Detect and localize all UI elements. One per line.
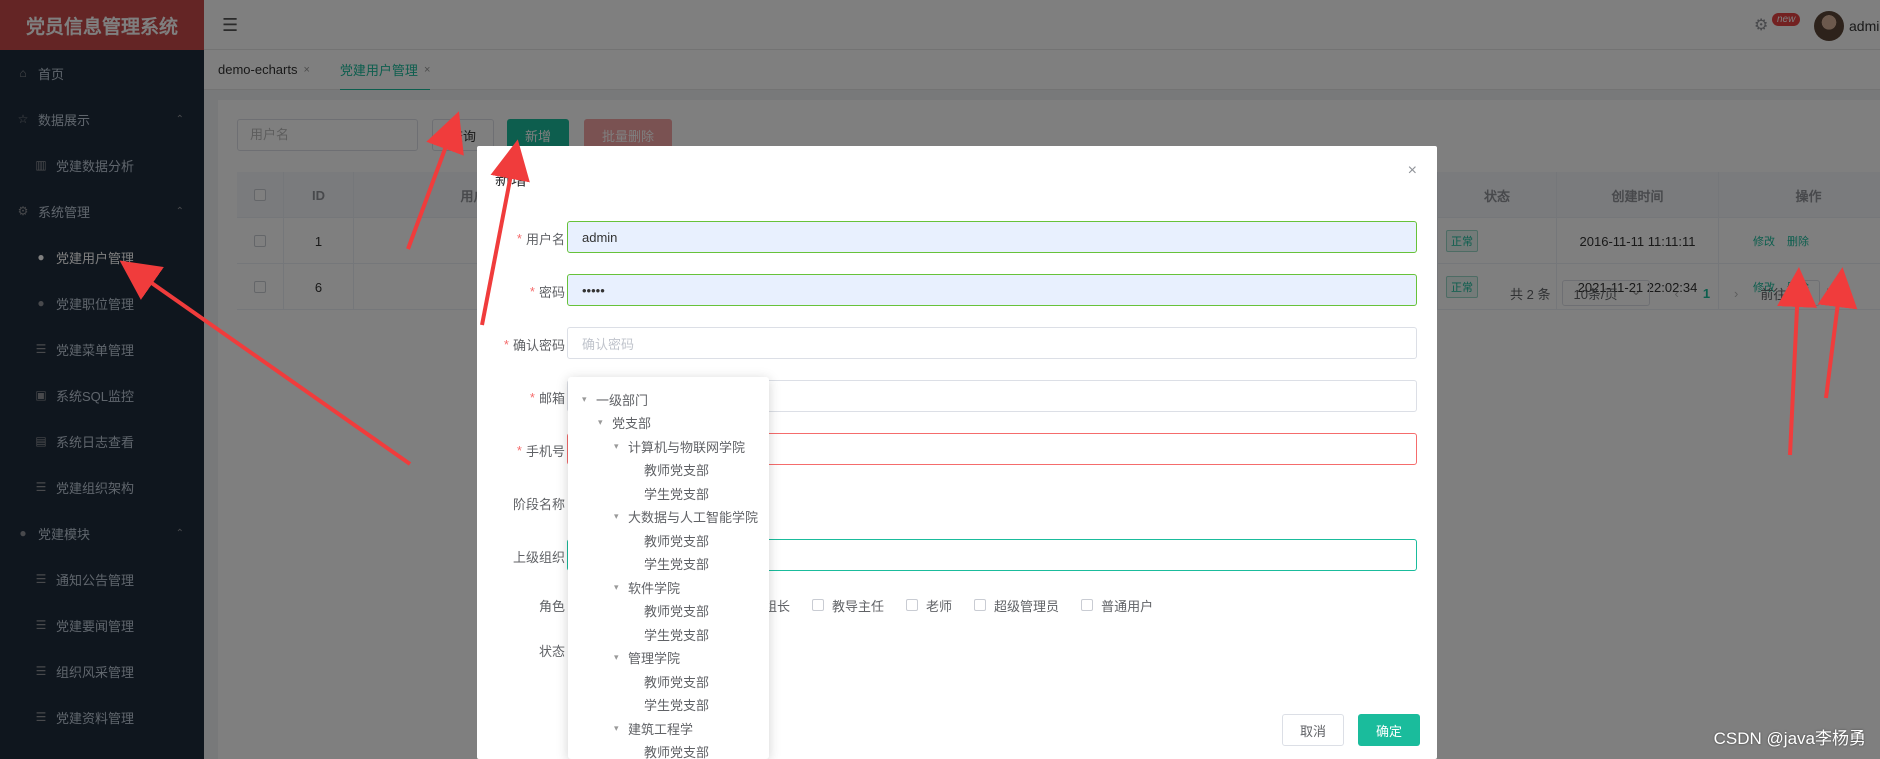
tree-node[interactable]: 教师党支部 [630, 460, 709, 480]
tree-node-label: 教师党支部 [644, 533, 710, 549]
tree-node[interactable]: 教师党支部 [630, 530, 709, 550]
close-icon[interactable]: × [1408, 162, 1417, 180]
caret-down-icon: ▾ [614, 511, 619, 521]
role-checkbox [974, 599, 987, 611]
tree-node-label: 教师党支部 [644, 745, 710, 759]
caret-down-icon: ▾ [614, 652, 619, 662]
stage-label: 阶段名称 [512, 496, 565, 512]
status-label: 状态 [538, 643, 565, 659]
tree-node-label: 建筑工程学 [628, 721, 694, 737]
tree-node-label: 计算机与物联网学院 [628, 439, 746, 455]
form-row-confirm-password: * 确认密码 确认密码 [477, 327, 1437, 361]
role-checkbox [1081, 599, 1094, 611]
tree-node-label: 学生党支部 [644, 698, 710, 713]
role-checkbox-group: 级组长 教导主任 老师 超级管理员 普通用户 [751, 588, 1175, 622]
password-input[interactable]: ••••• [567, 274, 1417, 306]
tree-node-label: 软件学院 [628, 580, 681, 596]
tree-node[interactable]: ▾ 党支部 [598, 413, 651, 433]
role-option[interactable]: 超级管理员 [974, 596, 1059, 615]
form-row-password: * 密码 ••••• [477, 274, 1437, 308]
password-label: * 密码 [529, 283, 565, 300]
tree-node-label: 学生党支部 [644, 627, 710, 643]
tree-node[interactable]: ▾ 大数据与人工智能学院 [614, 507, 758, 527]
tree-node[interactable]: 教师党支部 [630, 671, 709, 691]
role-checkbox [906, 599, 919, 611]
tree-node-label: 党支部 [612, 416, 652, 431]
role-option[interactable]: 老师 [906, 596, 952, 615]
tree-node[interactable]: 学生党支部 [630, 624, 709, 644]
tree-node-label: 教师党支部 [644, 604, 710, 619]
confirm-password-input[interactable]: 确认密码 [567, 327, 1417, 359]
tree-node[interactable]: 学生党支部 [630, 554, 709, 574]
tree-node-label: 大数据与人工智能学院 [628, 510, 759, 525]
app-root: 党员信息管理系统 ⌂首页☆数据展示⌃▥党建数据分析⚙系统管理⌃●党建用户管理●党… [0, 0, 1880, 759]
form-row-username: * 用户名 admin [477, 221, 1437, 255]
tree-node[interactable]: 教师党支部 [630, 742, 709, 759]
caret-down-icon: ▾ [614, 440, 619, 451]
role-label: 角色 [538, 598, 565, 614]
tree-node-label: 教师党支部 [644, 674, 710, 690]
phone-label: * 手机号 [516, 442, 565, 459]
tree-node[interactable]: ▾ 软件学院 [614, 577, 680, 597]
tree-node-label: 学生党支部 [644, 486, 710, 502]
tree-node-label: 教师党支部 [644, 463, 710, 478]
cancel-button[interactable]: 取消 [1282, 714, 1344, 746]
email-label: * 邮箱 [529, 389, 565, 406]
role-option[interactable]: 教导主任 [812, 596, 884, 615]
org-tree-dropdown: ▾ 一级部门 ▾ 党支部 ▾ 计算机与物联网学院 教师党支部 学生党支部 ▾ 大数据与人工智能学院… [568, 377, 769, 759]
parent-org-label: 上级组织 [512, 549, 565, 565]
confirm-password-label: * 确认密码 [503, 336, 565, 353]
tree-node[interactable]: 学生党支部 [630, 695, 709, 715]
tree-node-label: 学生党支部 [644, 557, 710, 572]
caret-down-icon: ▾ [582, 393, 587, 404]
dialog-title: 新增 [495, 172, 528, 189]
caret-down-icon: ▾ [614, 581, 619, 592]
caret-down-icon: ▾ [614, 722, 619, 733]
tree-node[interactable]: 学生党支部 [630, 483, 709, 503]
watermark: CSDN @java李杨勇 [1713, 729, 1866, 748]
username-input[interactable]: admin [567, 221, 1417, 253]
tree-node[interactable]: ▾ 管理学院 [614, 648, 680, 668]
tree-node-label: 管理学院 [628, 651, 681, 666]
tree-node[interactable]: ▾ 一级部门 [582, 389, 648, 409]
role-option[interactable]: 普通用户 [1081, 596, 1153, 615]
tree-node[interactable]: ▾ 建筑工程学 [614, 718, 693, 738]
confirm-button[interactable]: 确定 [1358, 714, 1420, 746]
username-label: * 用户名 [516, 230, 565, 247]
caret-down-icon: ▾ [598, 417, 603, 427]
tree-node[interactable]: ▾ 计算机与物联网学院 [614, 436, 745, 456]
role-checkbox [812, 599, 825, 611]
tree-node[interactable]: 教师党支部 [630, 601, 709, 621]
tree-node-label: 一级部门 [596, 392, 649, 408]
